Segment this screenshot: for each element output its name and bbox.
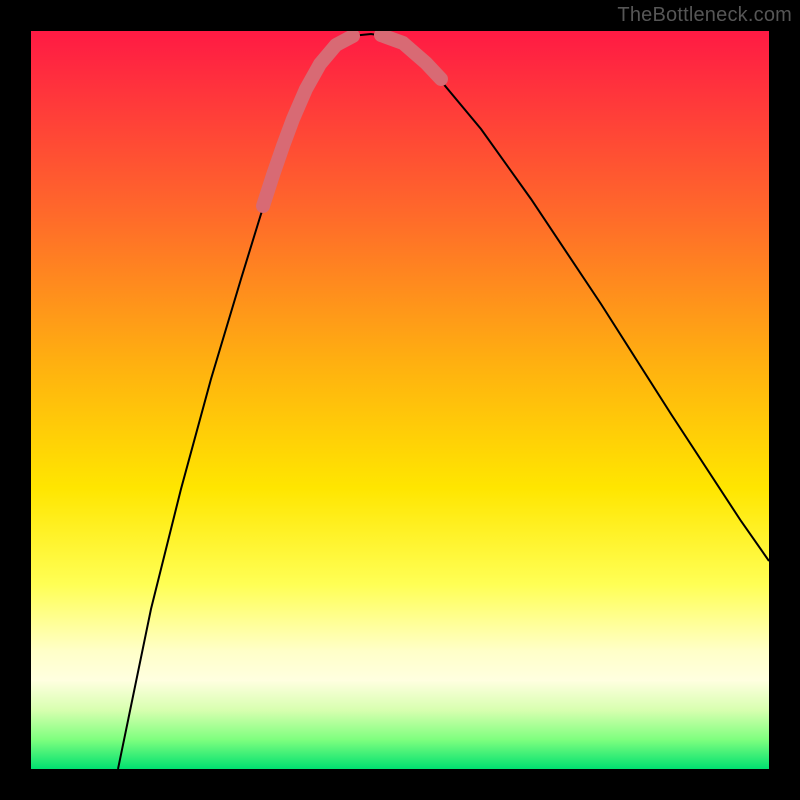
series-highlight-left [263,36,353,206]
series-highlight-right [381,35,441,79]
watermark-label: TheBottleneck.com [617,4,792,27]
chart-curve-layer [31,31,769,769]
series-bottleneck-curve [118,34,769,769]
bottleneck-chart: TheBottleneck.com [0,0,800,800]
